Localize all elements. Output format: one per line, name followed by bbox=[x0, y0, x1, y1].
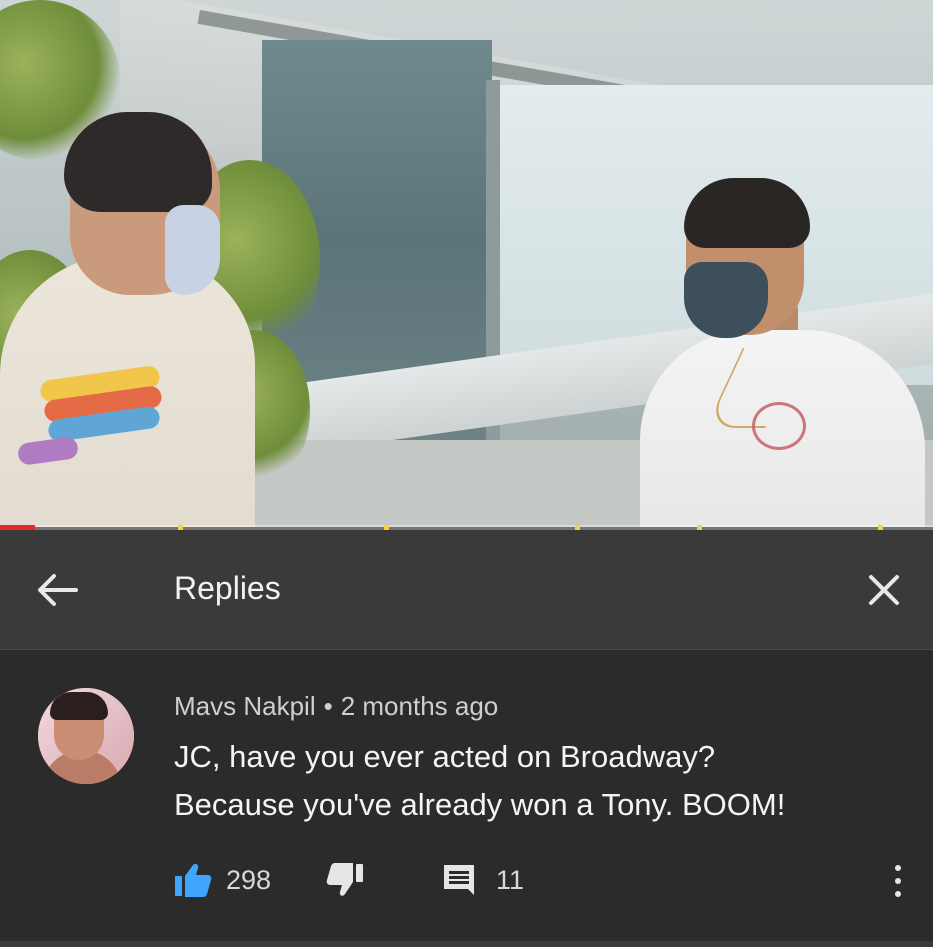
reply-button[interactable] bbox=[442, 863, 480, 897]
reply-count: 11 bbox=[496, 865, 525, 895]
back-button[interactable] bbox=[34, 566, 82, 614]
video-player[interactable] bbox=[0, 0, 933, 527]
dislike-button[interactable] bbox=[326, 863, 364, 897]
comment-line: Because you've already won a Tony. BOOM! bbox=[174, 787, 786, 822]
comment-body: JC, have you ever acted on Broadway? Bec… bbox=[174, 733, 894, 829]
thumbs-down-icon bbox=[326, 863, 363, 896]
jacket-stripe bbox=[16, 435, 80, 467]
person-left-jacket bbox=[0, 255, 255, 527]
close-button[interactable] bbox=[860, 566, 908, 614]
more-vertical-icon bbox=[895, 865, 901, 871]
comment-line: JC, have you ever acted on Broadway? bbox=[174, 739, 716, 774]
bottom-divider bbox=[0, 941, 933, 947]
replies-header: Replies bbox=[0, 530, 933, 650]
more-vertical-icon bbox=[895, 891, 901, 897]
thumbs-up-icon bbox=[175, 864, 212, 897]
close-icon bbox=[869, 575, 899, 605]
meta-separator: • bbox=[323, 691, 333, 721]
more-options-button[interactable] bbox=[886, 861, 910, 901]
arrow-left-icon bbox=[38, 574, 78, 606]
replies-title: Replies bbox=[174, 570, 281, 606]
avatar[interactable] bbox=[38, 688, 134, 784]
comment-actions: 298 11 bbox=[174, 861, 914, 901]
person-right-hair bbox=[684, 178, 810, 248]
comment-icon bbox=[444, 865, 474, 895]
comment-time: 2 months ago bbox=[340, 691, 499, 721]
avatar-hair bbox=[50, 692, 108, 720]
like-count: 298 bbox=[226, 865, 272, 895]
person-right-mask bbox=[684, 262, 768, 338]
like-button[interactable] bbox=[174, 863, 212, 897]
person-left-mask bbox=[165, 205, 220, 295]
comment-item: Mavs Nakpil • 2 months ago JC, have you ev… bbox=[0, 651, 933, 941]
comment-author[interactable]: Mavs Nakpil bbox=[174, 691, 316, 721]
comment-meta: Mavs Nakpil • 2 months ago bbox=[174, 691, 498, 722]
shirt-logo bbox=[752, 402, 806, 450]
person-left-hair bbox=[64, 112, 212, 212]
more-vertical-icon bbox=[895, 878, 901, 884]
